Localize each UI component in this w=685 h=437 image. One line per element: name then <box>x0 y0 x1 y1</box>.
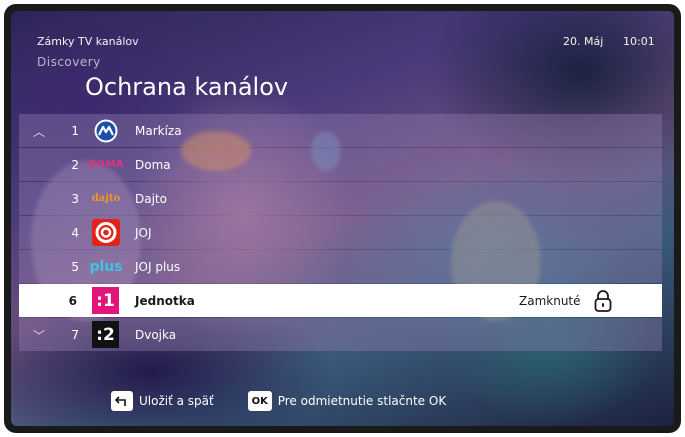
channel-row-doma[interactable]: 2 DOMA Doma <box>19 148 662 181</box>
lock-status: Zamknuté <box>519 293 581 308</box>
date-display: 20. Máj <box>563 35 604 48</box>
channel-number: 4 <box>71 225 79 240</box>
back-key[interactable] <box>111 391 133 411</box>
page-title: Ochrana kanálov <box>85 73 289 101</box>
ok-hint-label: Pre odmietnutie stlačnte OK <box>277 394 447 408</box>
dajto-logo: dajto <box>91 193 121 204</box>
channel-name: Jednotka <box>135 293 195 308</box>
channel-row-joj[interactable]: 4 JOJ <box>19 216 662 249</box>
channel-number: 5 <box>71 259 79 274</box>
markiza-logo <box>89 117 123 144</box>
joj-logo <box>89 219 123 246</box>
channel-number: 1 <box>71 123 79 138</box>
channel-name: Dvojka <box>135 327 177 342</box>
channel-row-joj-plus[interactable]: 5 plus JOJ plus <box>19 250 662 283</box>
footer-hints: Uložiť a späť OK Pre odmietnutie stlačnt… <box>111 390 446 412</box>
channel-number: 6 <box>68 293 77 308</box>
channel-name: JOJ plus <box>135 259 181 274</box>
channel-name: Doma <box>135 157 171 172</box>
channel-row-jednotka[interactable]: 6 :1 Jednotka Zamknuté <box>19 284 662 317</box>
section-title: Zámky TV kanálov <box>37 35 139 48</box>
channel-number: 7 <box>71 327 79 342</box>
lock-icon <box>593 289 613 317</box>
channel-name: Dajto <box>135 191 167 206</box>
channel-row-dvojka[interactable]: ﹀ 7 :2 Dvojka <box>19 318 662 351</box>
broadcast-channel-logo: Discovery <box>37 55 101 69</box>
channel-row-dajto[interactable]: 3 dajto Dajto <box>19 182 662 215</box>
channel-number: 3 <box>71 191 79 206</box>
back-arrow-icon <box>115 396 126 406</box>
jednotka-logo: :1 <box>92 287 119 314</box>
channel-name: JOJ <box>135 225 152 240</box>
channel-name: Markíza <box>135 123 182 138</box>
chevron-down-icon[interactable]: ﹀ <box>33 327 45 344</box>
tv-screen: Zámky TV kanálov Discovery 20. Máj 10:01… <box>11 11 674 426</box>
chevron-up-icon[interactable]: ︿ <box>33 123 45 140</box>
ok-key[interactable]: OK <box>247 391 272 411</box>
channel-list: ︿ 1 Markíza 2 DOMA Doma 3 dajto Dajto 4 … <box>19 114 662 352</box>
joj-plus-logo: plus <box>89 258 123 275</box>
doma-logo: DOMA <box>89 159 123 170</box>
time-display: 10:01 <box>623 35 655 48</box>
back-hint-label: Uložiť a späť <box>139 394 214 408</box>
tv-frame: Zámky TV kanálov Discovery 20. Máj 10:01… <box>4 4 681 433</box>
channel-row-markiza[interactable]: ︿ 1 Markíza <box>19 114 662 147</box>
dvojka-logo: :2 <box>92 321 119 348</box>
channel-number: 2 <box>71 157 79 172</box>
